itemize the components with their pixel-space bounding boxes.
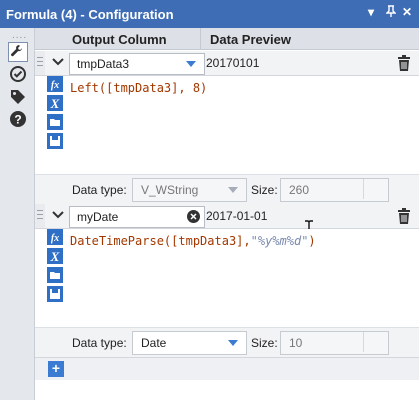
close-icon[interactable]: ✕ bbox=[402, 5, 412, 19]
add-formula-button[interactable]: + bbox=[48, 361, 64, 377]
delete-trash-icon[interactable] bbox=[397, 208, 411, 224]
fx-icon[interactable]: fx bbox=[47, 76, 63, 92]
data-type-select[interactable]: Date bbox=[132, 331, 247, 355]
size-spinner[interactable] bbox=[363, 332, 388, 352]
pin-icon[interactable] bbox=[385, 5, 397, 20]
editor-toolbar: fx X bbox=[45, 76, 63, 174]
wrench-icon[interactable] bbox=[8, 42, 28, 62]
config-sidebar: .... ? bbox=[0, 28, 35, 400]
expression-code: DateTimeParse([tmpData3], bbox=[70, 234, 251, 248]
data-type-value: V_WString bbox=[141, 183, 199, 197]
expression-text[interactable]: Left([tmpData3], 8) bbox=[70, 81, 207, 95]
editor-toolbar: fx X bbox=[45, 229, 63, 327]
data-type-label: Data type: bbox=[72, 183, 127, 197]
expression-code: ) bbox=[308, 234, 316, 248]
folder-open-icon[interactable] bbox=[47, 114, 63, 130]
save-icon[interactable] bbox=[47, 133, 63, 149]
dropdown-arrow-icon[interactable] bbox=[186, 61, 196, 67]
data-preview-value: 2017-01-01 bbox=[206, 209, 268, 223]
tag-check-icon[interactable] bbox=[9, 65, 27, 83]
svg-text:?: ? bbox=[14, 113, 21, 127]
output-column-select[interactable]: tmpData3 bbox=[69, 53, 205, 75]
expression-text[interactable]: DateTimeParse([tmpData3],"%y%m%d") bbox=[70, 234, 316, 248]
expression-editor[interactable]: fx X Left([tmpData3], 8) bbox=[35, 76, 419, 174]
sidebar-grip: .... bbox=[12, 30, 28, 41]
dropdown-menu-icon[interactable]: ▾ bbox=[368, 5, 374, 19]
svg-text:fx: fx bbox=[51, 233, 59, 244]
size-field[interactable]: 10 bbox=[280, 331, 389, 355]
data-type-bar: Data type: Date Size: 10 bbox=[35, 327, 419, 357]
delete-trash-icon[interactable] bbox=[397, 55, 411, 71]
size-value: 260 bbox=[289, 183, 310, 197]
svg-text:X: X bbox=[50, 96, 60, 111]
dropdown-arrow-icon[interactable] bbox=[228, 340, 238, 346]
variable-x-icon[interactable]: X bbox=[47, 248, 63, 264]
add-formula-bar: + bbox=[35, 357, 419, 380]
size-label: Size: bbox=[251, 336, 278, 350]
data-type-value: Date bbox=[141, 336, 167, 350]
output-column-input[interactable]: myDate bbox=[69, 206, 205, 228]
fx-icon[interactable]: fx bbox=[47, 229, 63, 245]
svg-text:X: X bbox=[50, 249, 60, 264]
row-drag-handle[interactable] bbox=[35, 204, 45, 228]
size-spinner[interactable] bbox=[363, 179, 388, 199]
data-preview-value: 20170101 bbox=[206, 56, 260, 70]
size-label: Size: bbox=[251, 183, 278, 197]
row-drag-handle[interactable] bbox=[35, 51, 45, 75]
output-column-value: tmpData3 bbox=[77, 57, 130, 71]
expression-editor[interactable]: fx X DateTimeParse([tmpData3],"%y%m%d") bbox=[35, 229, 419, 327]
window-titlebar: Formula (4) - Configuration ▾ ✕ bbox=[0, 0, 419, 28]
clear-x-icon[interactable] bbox=[187, 210, 200, 223]
formula-row: myDate 2017-01-01 bbox=[35, 204, 419, 229]
help-icon[interactable]: ? bbox=[9, 110, 27, 128]
folder-open-icon[interactable] bbox=[47, 267, 63, 283]
variable-x-icon[interactable]: X bbox=[47, 95, 63, 111]
formula-row: tmpData3 20170101 bbox=[35, 51, 419, 76]
svg-text:fx: fx bbox=[51, 80, 59, 91]
dropdown-arrow-icon[interactable] bbox=[228, 187, 238, 193]
expression-string: "%y%m%d" bbox=[250, 234, 309, 248]
size-value: 10 bbox=[289, 336, 303, 350]
size-field[interactable]: 260 bbox=[280, 178, 389, 202]
save-icon[interactable] bbox=[47, 286, 63, 302]
data-type-label: Data type: bbox=[72, 336, 127, 350]
header-data-preview: Data Preview bbox=[210, 32, 291, 47]
collapse-chevron-icon[interactable] bbox=[51, 55, 67, 69]
tag-icon[interactable] bbox=[9, 88, 27, 106]
output-column-value: myDate bbox=[77, 210, 119, 224]
data-type-select[interactable]: V_WString bbox=[132, 178, 247, 202]
column-header: Output Column Data Preview bbox=[35, 28, 419, 50]
header-output-column: Output Column bbox=[72, 32, 167, 47]
collapse-chevron-icon[interactable] bbox=[51, 208, 67, 222]
data-type-bar: Data type: V_WString Size: 260 bbox=[35, 174, 419, 204]
window-title: Formula (4) - Configuration bbox=[6, 7, 174, 22]
expression-code: Left([tmpData3], 8) bbox=[70, 81, 208, 95]
